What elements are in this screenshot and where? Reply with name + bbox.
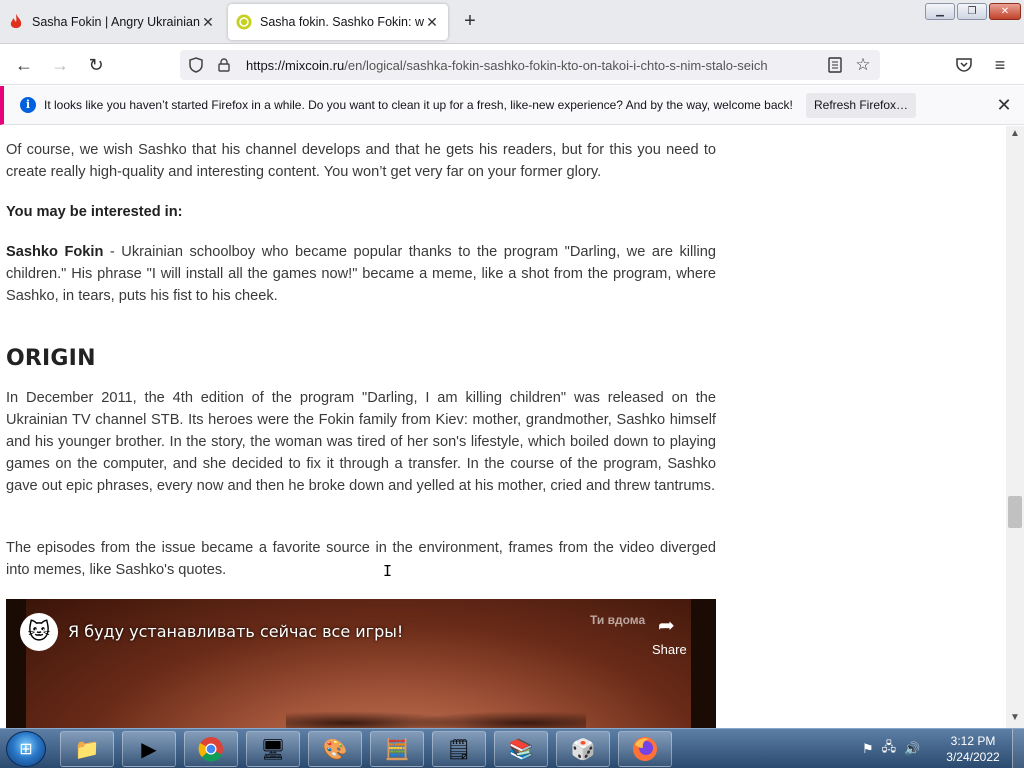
pocket-icon[interactable] <box>952 53 976 77</box>
paragraph: Of course, we wish Sashko that his chann… <box>6 142 716 180</box>
tab-sasha-fokin-angry[interactable]: Sasha Fokin | Angry Ukrainian K ✕ <box>0 4 224 40</box>
close-tab-icon[interactable]: ✕ <box>424 14 440 31</box>
video-player[interactable]: 🐱 Я буду устанавливать сейчас все игры! … <box>6 599 716 728</box>
bookmark-star-icon[interactable]: ☆ <box>852 54 874 76</box>
show-desktop-button[interactable] <box>1012 729 1024 768</box>
close-notification-icon[interactable]: ✕ <box>992 93 1016 117</box>
maximize-button[interactable]: ❐ <box>957 3 987 20</box>
info-icon: i <box>20 97 36 113</box>
share-button[interactable]: Share <box>652 642 687 657</box>
url-host: https://mixcoin.ru <box>246 57 345 73</box>
share-icon[interactable]: ➦ <box>658 613 675 638</box>
sticky-notes-icon[interactable]: 🗒 <box>432 731 486 767</box>
url-bar[interactable]: https://mixcoin.ru/en/logical/sashka-fok… <box>180 50 880 80</box>
clock-time: 3:12 PM <box>950 734 996 748</box>
chrome-icon[interactable] <box>184 731 238 767</box>
tab-sasha-fokin-who[interactable]: Sasha fokin. Sashko Fokin: who ✕ <box>228 4 448 40</box>
paragraph: The episodes from the issue became a fav… <box>6 540 716 578</box>
clock-date: 3/24/2022 <box>946 750 1000 764</box>
fire-icon <box>8 14 24 30</box>
minimize-button[interactable]: ▁ <box>925 3 955 20</box>
game-icon[interactable]: 🎲 <box>556 731 610 767</box>
scroll-thumb[interactable] <box>1008 496 1022 528</box>
refresh-firefox-button[interactable]: Refresh Firefox… <box>806 93 916 118</box>
text-cursor-icon: I <box>383 562 393 580</box>
mixcoin-icon <box>236 14 252 30</box>
firefox-icon[interactable] <box>618 731 672 767</box>
archive-icon[interactable]: 📚 <box>494 731 548 767</box>
new-tab-button[interactable]: + <box>458 10 482 34</box>
video-title[interactable]: Я буду устанавливать сейчас все игры! <box>68 622 403 641</box>
lock-icon[interactable] <box>214 55 234 75</box>
calculator-icon[interactable]: 🧮 <box>370 731 424 767</box>
bold-name: Sashko Fokin <box>6 244 104 260</box>
channel-watermark: Ти вдома <box>590 613 646 627</box>
taskbar: ⊞ 📁 ▶ 🖥 🎨 🧮 🗒 📚 🎲 ⚑ 🖧 🔊 3:12 PM 3/24/202… <box>0 728 1024 768</box>
url-text[interactable]: https://mixcoin.ru/en/logical/sashka-fok… <box>246 58 818 73</box>
scroll-up-icon[interactable]: ▲ <box>1006 128 1024 142</box>
scroll-down-icon[interactable]: ▼ <box>1006 712 1024 726</box>
network-icon[interactable]: 🖧 <box>882 738 897 760</box>
action-center-icon[interactable]: ⚑ <box>862 741 874 757</box>
volume-icon[interactable]: 🔊 <box>904 741 920 757</box>
app-menu-icon[interactable]: ≡ <box>988 53 1012 77</box>
nav-bar: ← → ↻ https://mixcoin.ru/en/logical/sash… <box>0 44 1024 85</box>
paint-icon[interactable]: 🎨 <box>308 731 362 767</box>
page-content: Of course, we wish Sashko that his chann… <box>0 126 1006 728</box>
close-tab-icon[interactable]: ✕ <box>200 14 216 31</box>
close-window-button[interactable]: ✕ <box>989 3 1021 20</box>
start-button[interactable]: ⊞ <box>6 731 46 767</box>
refresh-notification: i It looks like you haven’t started Fire… <box>0 86 1024 125</box>
paragraph-text: - Ukrainian schoolboy who became popular… <box>6 244 716 304</box>
tab-title: Sasha Fokin | Angry Ukrainian K <box>32 15 200 29</box>
tab-title: Sasha fokin. Sashko Fokin: who <box>260 15 424 29</box>
control-panel-icon[interactable]: 🖥 <box>246 731 300 767</box>
paragraph: In December 2011, the 4th edition of the… <box>6 390 716 494</box>
interested-heading: You may be interested in: <box>6 204 183 220</box>
section-heading: ORIGIN <box>6 346 96 371</box>
back-button[interactable]: ← <box>12 53 36 77</box>
notification-message: It looks like you haven’t started Firefo… <box>44 98 793 112</box>
reader-view-icon[interactable] <box>824 54 846 76</box>
media-player-icon[interactable]: ▶ <box>122 731 176 767</box>
system-tray: ⚑ 🖧 🔊 <box>862 735 920 763</box>
tracking-shield-icon[interactable] <box>186 55 206 75</box>
video-frame-detail <box>286 699 586 728</box>
forward-button[interactable]: → <box>48 53 72 77</box>
channel-logo-icon[interactable]: 🐱 <box>20 613 58 651</box>
paragraph: Sashko Fokin - Ukrainian schoolboy who b… <box>6 241 716 307</box>
url-path: /en/logical/sashka-fokin-sashko-fokin-kt… <box>344 57 768 73</box>
tab-strip: Sasha Fokin | Angry Ukrainian K ✕ Sasha … <box>0 0 1024 44</box>
page-scrollbar[interactable]: ▲ ▼ <box>1006 126 1024 728</box>
file-explorer-icon[interactable]: 📁 <box>60 731 114 767</box>
clock[interactable]: 3:12 PM 3/24/2022 <box>940 733 1006 765</box>
reload-button[interactable]: ↻ <box>84 53 108 77</box>
